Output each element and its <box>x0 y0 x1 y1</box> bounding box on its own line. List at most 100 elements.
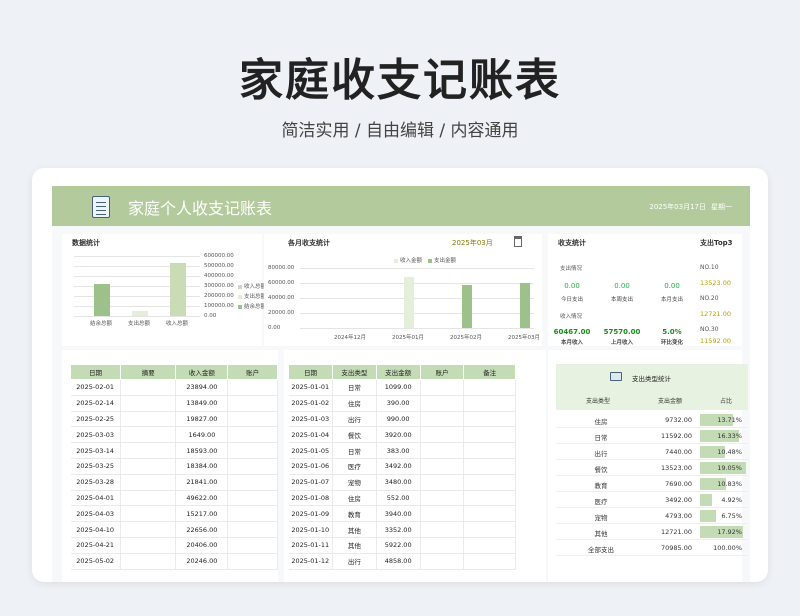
table-cell[interactable]: 3940.00 <box>376 505 421 523</box>
table-cell[interactable] <box>120 411 177 428</box>
table-cell[interactable]: 2025-01-01 <box>288 379 333 396</box>
table-cell[interactable]: 宠物 <box>332 474 377 491</box>
table-cell[interactable]: 390.00 <box>376 395 421 412</box>
table-cell[interactable] <box>463 411 516 428</box>
table-row[interactable]: 2025-01-03 出行 990.00 <box>288 411 516 428</box>
table-cell[interactable]: 医疗 <box>332 458 377 475</box>
table-header-cell[interactable]: 支出类型 <box>331 364 377 380</box>
table-row[interactable]: 2025-02-01 23894.00 <box>70 379 278 396</box>
table-row[interactable]: 2025-02-25 19827.00 <box>70 411 278 428</box>
table-cell[interactable]: 3920.00 <box>376 426 421 444</box>
table-cell[interactable]: 2025-03-28 <box>70 474 121 491</box>
table-header-cell[interactable]: 摘要 <box>119 364 177 380</box>
table-cell[interactable]: 2025-01-11 <box>288 537 333 554</box>
table-row[interactable]: 2025-03-03 1649.00 <box>70 426 278 444</box>
table-cell[interactable]: 2025-01-04 <box>288 426 333 444</box>
table-row[interactable]: 2025-04-01 49622.00 <box>70 490 278 507</box>
table-cell[interactable]: 383.00 <box>376 442 421 459</box>
table-row[interactable]: 2025-01-04 餐饮 3920.00 <box>288 426 516 444</box>
table-cell[interactable]: 15217.00 <box>175 505 229 523</box>
table-cell[interactable]: 3352.00 <box>376 521 421 538</box>
table-cell[interactable] <box>227 411 278 428</box>
table-cell[interactable]: 22656.00 <box>175 521 229 538</box>
table-cell[interactable] <box>227 379 278 396</box>
table-cell[interactable]: 3480.00 <box>376 474 421 491</box>
table-cell[interactable]: 20406.00 <box>175 537 229 554</box>
table-cell[interactable] <box>227 505 278 523</box>
table-header-cell[interactable]: 日期 <box>70 364 121 380</box>
table-cell[interactable]: 出行 <box>332 411 377 428</box>
table-cell[interactable]: 2025-04-03 <box>70 505 121 523</box>
table-cell[interactable]: 18384.00 <box>175 458 229 475</box>
table-cell[interactable] <box>227 553 278 570</box>
table-row[interactable]: 2025-05-02 20246.00 <box>70 553 278 570</box>
table-cell[interactable]: 2025-01-12 <box>288 553 333 570</box>
table-row[interactable]: 2025-01-12 出行 4858.00 <box>288 553 516 570</box>
table-cell[interactable] <box>463 505 516 523</box>
table-cell[interactable] <box>463 537 516 554</box>
table-cell[interactable] <box>120 505 177 523</box>
table-cell[interactable] <box>463 426 516 444</box>
table-cell[interactable] <box>227 537 278 554</box>
table-cell[interactable]: 23894.00 <box>175 379 229 396</box>
table-cell[interactable]: 2025-01-10 <box>288 521 333 538</box>
table-header-cell[interactable]: 备注 <box>463 364 516 380</box>
table-cell[interactable] <box>120 458 177 475</box>
table-cell[interactable]: 3492.00 <box>376 458 421 475</box>
table-cell[interactable] <box>463 442 516 459</box>
table-row[interactable]: 2025-01-05 日常 383.00 <box>288 442 516 459</box>
table-cell[interactable]: 21841.00 <box>175 474 229 491</box>
table-cell[interactable]: 2025-04-21 <box>70 537 121 554</box>
table-cell[interactable] <box>463 379 516 396</box>
spreadsheet-sheet[interactable]: 家庭个人收支记账表 2025年03月17日 星期一 数据统计 600000.00… <box>52 186 750 582</box>
table-cell[interactable]: 19827.00 <box>175 411 229 428</box>
table-cell[interactable]: 其他 <box>332 521 377 538</box>
table-cell[interactable] <box>463 553 516 570</box>
table-row[interactable]: 2025-01-11 其他 5922.00 <box>288 537 516 554</box>
table-cell[interactable]: 出行 <box>332 553 377 570</box>
table-cell[interactable]: 5922.00 <box>376 537 421 554</box>
table-row[interactable]: 2025-02-14 13849.00 <box>70 395 278 412</box>
table-cell[interactable]: 日常 <box>332 379 377 396</box>
table-cell[interactable]: 2025-02-01 <box>70 379 121 396</box>
table-cell[interactable] <box>120 442 177 459</box>
table-cell[interactable] <box>420 505 465 523</box>
table-cell[interactable]: 2025-04-10 <box>70 521 121 538</box>
table-cell[interactable]: 2025-03-03 <box>70 426 121 444</box>
table-cell[interactable] <box>420 553 465 570</box>
table-cell[interactable]: 4858.00 <box>376 553 421 570</box>
table-row[interactable]: 2025-01-07 宠物 3480.00 <box>288 474 516 491</box>
table-cell[interactable]: 2025-03-14 <box>70 442 121 459</box>
table-row[interactable]: 2025-01-06 医疗 3492.00 <box>288 458 516 475</box>
table-cell[interactable]: 20246.00 <box>175 553 229 570</box>
table-cell[interactable]: 2025-01-03 <box>288 411 333 428</box>
table-cell[interactable]: 2025-03-25 <box>70 458 121 475</box>
table-cell[interactable]: 2025-01-09 <box>288 505 333 523</box>
table-row[interactable]: 2025-01-08 住房 552.00 <box>288 490 516 507</box>
table-cell[interactable] <box>227 426 278 444</box>
table-cell[interactable] <box>120 537 177 554</box>
table-header-cell[interactable]: 支出金额 <box>375 364 421 380</box>
table-cell[interactable] <box>420 379 465 396</box>
table-header-cell[interactable]: 账户 <box>227 364 278 380</box>
table-cell[interactable]: 2025-01-06 <box>288 458 333 475</box>
table-cell[interactable] <box>227 458 278 475</box>
table-row[interactable]: 2025-01-01 日常 1099.00 <box>288 379 516 396</box>
table-cell[interactable] <box>420 426 465 444</box>
table-cell[interactable] <box>420 537 465 554</box>
table-cell[interactable]: 2025-01-02 <box>288 395 333 412</box>
table-cell[interactable]: 49622.00 <box>175 490 229 507</box>
table-cell[interactable]: 教育 <box>332 505 377 523</box>
table-row[interactable]: 2025-04-03 15217.00 <box>70 505 278 523</box>
table-cell[interactable] <box>227 442 278 459</box>
table-cell[interactable] <box>120 521 177 538</box>
table-cell[interactable] <box>420 474 465 491</box>
table-cell[interactable] <box>120 474 177 491</box>
table-cell[interactable]: 其他 <box>332 537 377 554</box>
table-cell[interactable]: 2025-01-07 <box>288 474 333 491</box>
table-cell[interactable] <box>227 395 278 412</box>
table-cell[interactable]: 2025-01-08 <box>288 490 333 507</box>
table-header-cell[interactable]: 收入金额 <box>175 364 229 380</box>
table-cell[interactable] <box>420 521 465 538</box>
table-row[interactable]: 2025-01-02 住房 390.00 <box>288 395 516 412</box>
